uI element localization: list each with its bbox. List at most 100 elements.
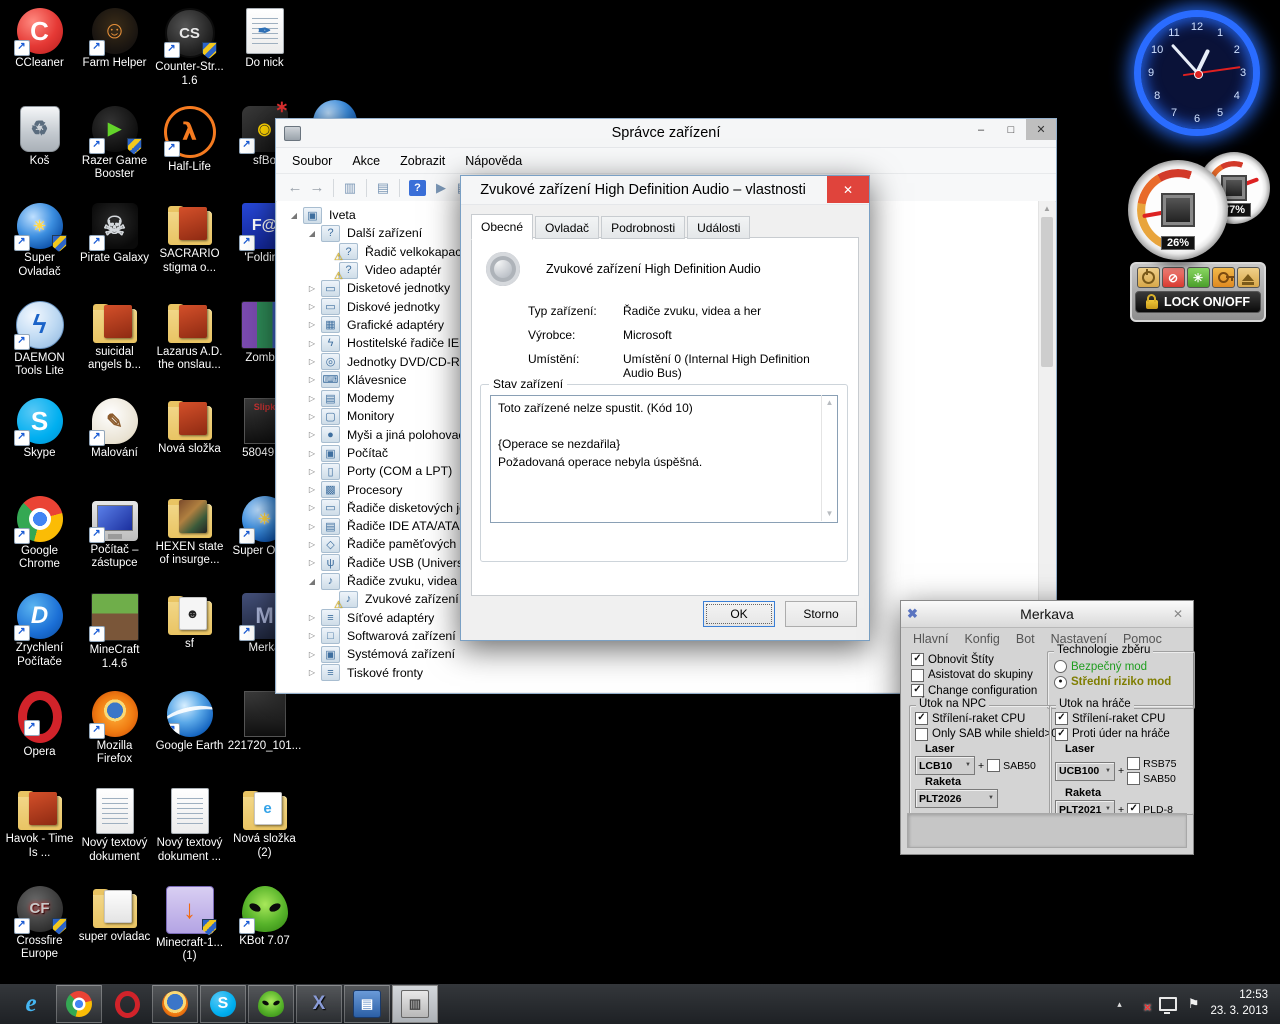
merkava-titlebar[interactable]: ✖ Merkava ✕ [901, 601, 1193, 628]
dialog-titlebar[interactable]: Zvukové zařízení High Definition Audio –… [461, 176, 869, 205]
taskbar-app-button[interactable] [248, 985, 294, 1023]
tree-expander-icon[interactable]: ▷ [305, 394, 319, 403]
menu-item[interactable]: Bot [1008, 630, 1043, 648]
desktop-icon[interactable]: ✒ Do nick [227, 8, 302, 106]
desktop-icon[interactable]: sf [152, 593, 227, 691]
desktop-icon[interactable]: KBot 7.07 [227, 886, 302, 984]
action-center-flag-icon[interactable]: ⚑ [1188, 996, 1200, 1012]
minimize-button[interactable]: – [966, 119, 996, 140]
ok-button[interactable]: OK [703, 601, 775, 627]
desktop-icon[interactable]: 221720_101... [227, 691, 302, 789]
checkbox-box[interactable] [1127, 757, 1140, 770]
checkbox-box[interactable]: ✓ [911, 653, 924, 666]
volume-muted-icon[interactable]: ✕ [1133, 998, 1148, 1011]
desktop-icon[interactable]: S Skype [2, 398, 77, 496]
device-manager-titlebar[interactable]: Správce zařízení – □ ✕ [276, 119, 1056, 148]
checkbox[interactable]: SAB50 [1127, 772, 1176, 785]
checkbox-box[interactable] [911, 669, 924, 682]
tree-expander-icon[interactable]: ▷ [305, 485, 319, 494]
tree-expander-icon[interactable]: ▷ [305, 357, 319, 366]
desktop-icon[interactable]: Nový textový dokument ... [152, 788, 227, 886]
tree-expander-icon[interactable]: ◢ [287, 211, 301, 220]
checkbox[interactable]: Asistovat do skupiny [911, 669, 1037, 682]
toolbar-button[interactable]: → [306, 177, 328, 199]
desktop-icon[interactable]: suicidal angels b... [77, 301, 152, 399]
desktop-icon[interactable]: ☠ Pirate Galaxy [77, 203, 152, 301]
checkbox-box[interactable] [1127, 772, 1140, 785]
desktop-icon[interactable]: SACRARIO stigma o... [152, 203, 227, 301]
network-icon[interactable] [1159, 997, 1177, 1011]
taskbar-app-button[interactable]: X [296, 985, 342, 1023]
radio-option[interactable]: Bezpečný mod [1054, 660, 1194, 673]
desktop-icon[interactable]: Nový textový dokument [77, 788, 152, 886]
toolbar-button[interactable]: ▤ [372, 177, 394, 199]
taskbar-app-button[interactable]: S [200, 985, 246, 1023]
checkbox-box[interactable] [987, 759, 1000, 772]
desktop-icon[interactable]: ☺ Farm Helper [77, 8, 152, 106]
tree-expander-icon[interactable]: ▷ [305, 449, 319, 458]
shutdown-button[interactable]: ⊘ [1162, 267, 1185, 288]
desktop-icon[interactable]: ϟ DAEMON Tools Lite [2, 301, 77, 399]
checkbox[interactable]: SAB50 [987, 759, 1036, 772]
toolbar-button[interactable] [399, 179, 400, 197]
dialog-tab[interactable]: Události [687, 216, 750, 239]
checkbox[interactable]: ✓ Střílení-raket CPU [1055, 712, 1193, 725]
desktop-icon[interactable]: Google Chrome [2, 496, 77, 594]
power-button[interactable] [1137, 267, 1160, 288]
scroll-up-icon[interactable]: ▲ [1043, 204, 1051, 213]
tree-expander-icon[interactable]: ▷ [305, 613, 319, 622]
desktop-icon[interactable]: C CCleaner [2, 8, 77, 106]
toolbar-button[interactable] [366, 179, 367, 197]
dialog-tab[interactable]: Podrobnosti [601, 216, 685, 239]
toolbar-button[interactable]: ▶ [430, 177, 452, 199]
scrollbar-thumb[interactable] [1041, 217, 1053, 367]
maximize-button[interactable]: □ [996, 119, 1026, 140]
desktop-icon[interactable]: D Zrychlení Počítače [2, 593, 77, 691]
desktop-icon[interactable]: Mozilla Firefox [77, 691, 152, 789]
desktop-icon[interactable]: λ Half-Life [152, 106, 227, 204]
desktop-icon[interactable]: CF Crossfire Europe [2, 886, 77, 984]
player-laser-select[interactable]: UCB100 [1055, 762, 1115, 781]
checkbox-box[interactable]: ✓ [911, 684, 924, 697]
logoff-button[interactable] [1212, 267, 1235, 288]
taskbar-app-button[interactable] [104, 985, 150, 1023]
checkbox[interactable]: ✓ Proti úder na hráče [1055, 728, 1193, 741]
checkbox-box[interactable] [915, 728, 928, 741]
checkbox[interactable]: RSB75 [1127, 757, 1176, 770]
checkbox-box[interactable]: ✓ [1055, 712, 1068, 725]
npc-laser-select[interactable]: LCB10 [915, 756, 975, 775]
desktop-icon[interactable]: ☀ Super Ovladač [2, 203, 77, 301]
scroll-down-icon[interactable]: ▼ [826, 509, 834, 518]
dialog-close-button[interactable]: ✕ [827, 176, 869, 203]
taskbar-app-button[interactable]: ▥ [392, 985, 438, 1023]
tree-expander-icon[interactable]: ▷ [305, 375, 319, 384]
status-scrollbar[interactable]: ▲ ▼ [821, 395, 837, 521]
tree-expander-icon[interactable]: ▷ [305, 467, 319, 476]
tree-expander-icon[interactable]: ▷ [305, 412, 319, 421]
merkava-close-button[interactable]: ✕ [1163, 607, 1193, 621]
toolbar-button[interactable] [333, 179, 334, 197]
dialog-tab[interactable]: Ovladač [535, 216, 599, 239]
desktop-icon[interactable]: ♻ Koš [2, 106, 77, 204]
tree-expander-icon[interactable]: ▷ [305, 522, 319, 531]
radio-button[interactable] [1054, 660, 1067, 673]
radio-option[interactable]: ● Střední riziko mod [1054, 676, 1194, 689]
checkbox[interactable]: ✓ Obnovit Štíty [911, 653, 1037, 666]
taskbar-app-button[interactable] [152, 985, 198, 1023]
menu-item[interactable]: Hlavní [905, 630, 956, 648]
tree-expander-icon[interactable]: ▷ [305, 320, 319, 329]
tree-expander-icon[interactable]: ▷ [305, 430, 319, 439]
checkbox[interactable]: Only SAB while shield>0 [915, 728, 1051, 741]
eject-button[interactable] [1237, 267, 1260, 288]
tree-expander-icon[interactable]: ▷ [305, 503, 319, 512]
menu-item[interactable]: Zobrazit [390, 151, 455, 171]
desktop-icon[interactable]: Počítač – zástupce [77, 496, 152, 594]
lock-toggle-button[interactable]: LOCK ON/OFF [1135, 291, 1261, 313]
scroll-up-icon[interactable]: ▲ [826, 398, 834, 407]
desktop-icon[interactable]: super ovladac [77, 886, 152, 984]
tree-expander-icon[interactable]: ▷ [305, 558, 319, 567]
tree-expander-icon[interactable]: ▷ [305, 650, 319, 659]
radio-button[interactable]: ● [1054, 676, 1067, 689]
taskbar-app-button[interactable] [56, 985, 102, 1023]
desktop-icon[interactable]: Lazarus A.D. the onslau... [152, 301, 227, 399]
